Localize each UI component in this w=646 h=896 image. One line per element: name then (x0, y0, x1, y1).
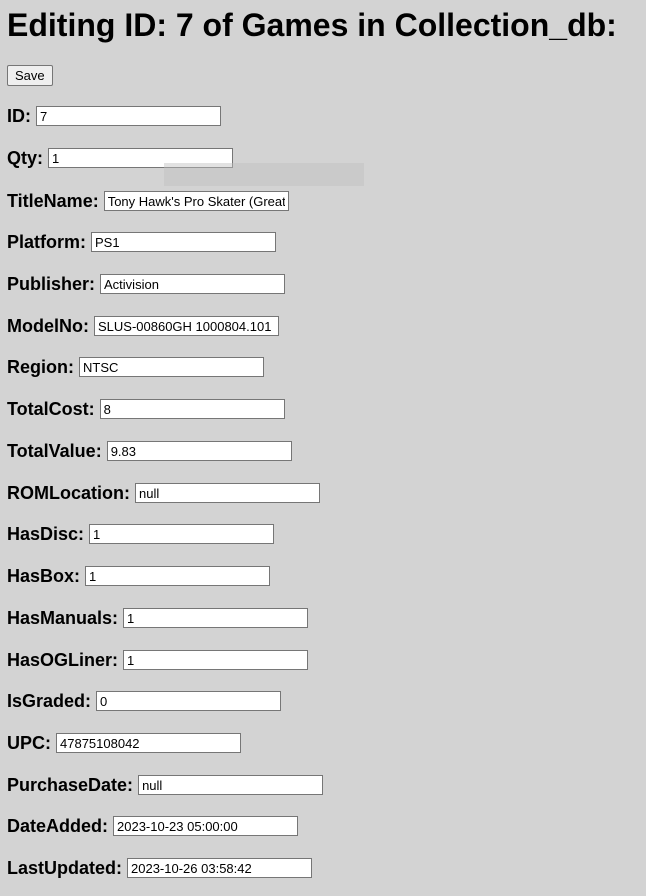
field-row-totalcost: TotalCost: (7, 397, 285, 421)
field-row-purchasedate: PurchaseDate: (7, 773, 324, 797)
field-row-isgraded: IsGraded: (7, 689, 282, 713)
field-row-romlocation: ROMLocation: (7, 481, 320, 505)
field-input-titlename[interactable] (103, 191, 289, 211)
field-label-platform: Platform: (7, 231, 87, 252)
field-row-hasogliner: HasOGLiner: (7, 648, 309, 672)
field-input-modelno[interactable] (93, 316, 279, 336)
field-label-hasmanuals: HasManuals: (7, 607, 119, 628)
field-input-platform[interactable] (91, 232, 277, 252)
save-button[interactable]: Save (7, 65, 53, 86)
field-row-platform: Platform: (7, 230, 277, 254)
field-label-hasogliner: HasOGLiner: (7, 649, 119, 670)
field-label-lastupdated: LastUpdated: (7, 857, 123, 878)
field-input-hasmanuals[interactable] (123, 608, 309, 628)
field-input-hasdisc[interactable] (89, 524, 275, 544)
field-label-region: Region: (7, 356, 74, 377)
page-title: Editing ID: 7 of Games in Collection_db: (7, 7, 617, 43)
field-row-id: ID: (7, 104, 221, 128)
field-label-hasbox: HasBox: (7, 565, 81, 586)
field-input-hasbox[interactable] (85, 566, 271, 586)
field-label-purchasedate: PurchaseDate: (7, 774, 134, 795)
field-input-region[interactable] (79, 357, 264, 377)
field-label-id: ID: (7, 105, 31, 126)
field-label-upc: UPC: (7, 732, 51, 753)
field-input-upc[interactable] (56, 733, 241, 753)
field-input-romlocation[interactable] (135, 483, 320, 503)
field-input-totalvalue[interactable] (106, 441, 292, 461)
field-row-dateadded: DateAdded: (7, 814, 299, 838)
field-input-lastupdated[interactable] (127, 858, 313, 878)
field-row-hasbox: HasBox: (7, 564, 271, 588)
field-label-titlename: TitleName: (7, 190, 99, 211)
field-label-modelno: ModelNo: (7, 315, 89, 336)
field-label-romlocation: ROMLocation: (7, 482, 130, 503)
field-input-dateadded[interactable] (113, 816, 299, 836)
field-label-isgraded: IsGraded: (7, 690, 92, 711)
field-row-publisher: Publisher: (7, 272, 286, 296)
field-row-hasmanuals: HasManuals: (7, 606, 309, 630)
field-label-qty: Qty: (7, 147, 43, 168)
field-input-id[interactable] (36, 106, 221, 126)
field-row-totalvalue: TotalValue: (7, 439, 292, 463)
field-row-lastupdated: LastUpdated: (7, 856, 313, 880)
field-input-purchasedate[interactable] (138, 775, 324, 795)
field-input-isgraded[interactable] (96, 691, 282, 711)
field-row-modelno: ModelNo: (7, 314, 279, 338)
field-input-hasogliner[interactable] (123, 650, 309, 670)
field-label-totalvalue: TotalValue: (7, 440, 102, 461)
field-label-publisher: Publisher: (7, 273, 96, 294)
field-input-publisher[interactable] (100, 274, 286, 294)
ghost-overlay (164, 163, 364, 186)
field-row-region: Region: (7, 355, 264, 379)
field-row-titlename: TitleName: (7, 189, 289, 213)
field-row-hasdisc: HasDisc: (7, 522, 275, 546)
field-row-upc: UPC: (7, 731, 241, 755)
field-label-dateadded: DateAdded: (7, 815, 109, 836)
field-input-totalcost[interactable] (99, 399, 285, 419)
field-label-totalcost: TotalCost: (7, 398, 95, 419)
field-label-hasdisc: HasDisc: (7, 523, 85, 544)
